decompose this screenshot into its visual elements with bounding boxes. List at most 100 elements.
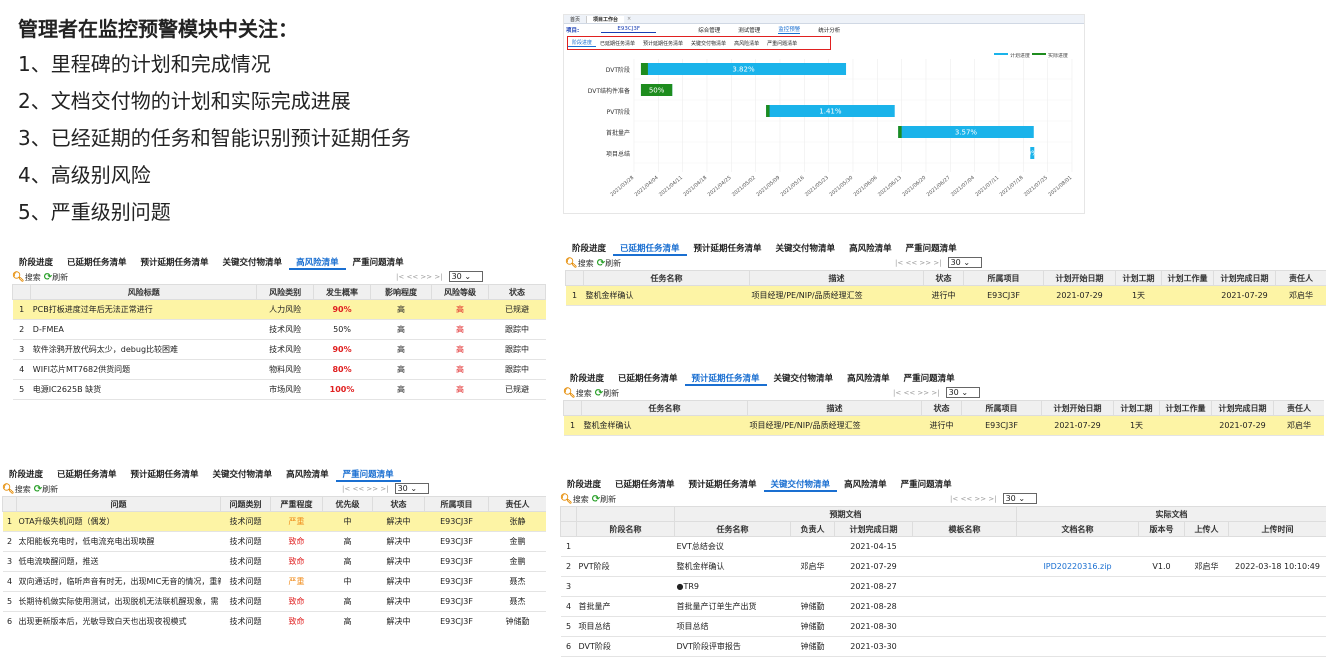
subtab[interactable]: 已延期任务清单 — [596, 40, 639, 47]
search-icon[interactable]: 🔍︎ — [565, 258, 578, 269]
refresh-button[interactable]: 刷新 — [603, 388, 619, 399]
nav-item[interactable]: 测试管理 — [738, 26, 760, 34]
tab-issue[interactable]: 严重问题清单 — [335, 468, 401, 482]
nav-item[interactable]: 统计分析 — [818, 26, 840, 34]
pager-nav[interactable]: |< << >> >| — [396, 273, 443, 281]
table-row[interactable]: 3 低电流唤醒问题，推送 技术问题 致命高解决中 E93CJ3F 金鹏 — [2, 551, 546, 572]
table-row[interactable]: 2 太阳能板充电时，低电流充电出现唤醒 技术问题 致命高解决中 E93CJ3F 金鹏 — [2, 531, 546, 552]
pager-nav[interactable]: |< << >> >| — [893, 389, 940, 397]
tab-expected[interactable]: 预计延期任务清单 — [684, 372, 767, 386]
search-icon[interactable]: 🔍︎ — [12, 272, 25, 283]
col-header: 计划工作量 — [1161, 270, 1214, 286]
tab-deliver[interactable]: 关键交付物清单 — [206, 468, 280, 482]
table-row[interactable]: 4 双向通话时，临听声音有时无，出现MIC无音的情况，重新 技术问题 严重中解决中 E9… — [2, 571, 546, 592]
refresh-button[interactable]: 刷新 — [42, 484, 58, 495]
project-select[interactable]: E93CJ3F — [601, 26, 657, 33]
tab-expected[interactable]: 预计延期任务清单 — [682, 478, 764, 492]
tab-stage[interactable]: 阶段进度 — [12, 256, 60, 270]
nav-item[interactable]: 综合管理 — [698, 26, 720, 34]
subtab[interactable]: 严重问题清单 — [763, 40, 801, 47]
close-icon[interactable]: × — [624, 16, 634, 22]
refresh-button[interactable]: 刷新 — [52, 272, 68, 283]
table-row[interactable]: 2 D-FMEA 技术风险 50% 高高跟踪中 — [12, 319, 546, 340]
refresh-button[interactable]: 刷新 — [600, 494, 616, 505]
table-row[interactable]: 1 PCB打板进度过年后无法正常进行 人力风险 90% 高高已规避 — [12, 299, 546, 320]
refresh-icon[interactable]: ⟳ — [592, 494, 600, 505]
subtab[interactable]: 关键交付物清单 — [687, 40, 730, 47]
table-row[interactable]: 7 DVT阶段评审钟储勤2021-03-30 — [560, 656, 1326, 662]
table-row[interactable]: 5 长期待机做实际使用测试，出现脱机无法联机醒现象，需 技术问题 致命高解决中 E93C… — [2, 591, 546, 612]
refresh-button[interactable]: 刷新 — [605, 258, 621, 269]
table-cell: 出现更新版本后，光敏导致白天也出现夜视模式 — [16, 611, 221, 628]
refresh-icon[interactable]: ⟳ — [595, 388, 603, 399]
tab-stage[interactable]: 阶段进度 — [565, 242, 613, 256]
tab-expected[interactable]: 预计延期任务清单 — [687, 242, 769, 256]
tab-home[interactable]: 首页 — [564, 15, 588, 23]
tab-expected[interactable]: 预计延期任务清单 — [134, 256, 216, 270]
page-size-select[interactable]: 30 ⌄ — [945, 387, 980, 398]
table-row[interactable]: 3 ●TR9 2021-08-27 — [560, 576, 1326, 597]
tab-stage[interactable]: 阶段进度 — [560, 478, 608, 492]
nav-item-active[interactable]: 监控预警 — [778, 25, 801, 34]
tab-risk[interactable]: 高风险清单 — [279, 468, 336, 482]
tab-delayed[interactable]: 已延期任务清单 — [611, 372, 685, 386]
col-header: 风险等级 — [431, 284, 489, 300]
table-cell: 太阳能板充电时，低电流充电出现唤醒 — [16, 531, 221, 552]
tab-risk[interactable]: 高风险清单 — [289, 256, 346, 270]
tab-stage[interactable]: 阶段进度 — [563, 372, 611, 386]
page-size-select[interactable]: 30 ⌄ — [394, 483, 429, 494]
tab-deliver[interactable]: 关键交付物清单 — [763, 478, 838, 492]
tab-deliver[interactable]: 关键交付物清单 — [769, 242, 843, 256]
tab-delayed[interactable]: 已延期任务清单 — [60, 256, 134, 270]
table-cell — [1138, 536, 1185, 557]
tab-delayed[interactable]: 已延期任务清单 — [50, 468, 124, 482]
subtab[interactable]: 预计延期任务清单 — [639, 40, 687, 47]
tab-delayed[interactable]: 已延期任务清单 — [613, 242, 687, 256]
page-size-select[interactable]: 30 ⌄ — [947, 257, 982, 268]
tab-issue[interactable]: 严重问题清单 — [346, 256, 411, 270]
tab-deliver[interactable]: 关键交付物清单 — [767, 372, 841, 386]
refresh-icon[interactable]: ⟳ — [34, 484, 42, 495]
search-icon[interactable]: 🔍︎ — [2, 484, 15, 495]
table-row[interactable]: 6 出现更新版本后，光敏导致白天也出现夜视模式 技术问题 致命高解决中 E93CJ3F 钟… — [2, 611, 546, 628]
search-button[interactable]: 搜索 — [576, 388, 592, 399]
subtab[interactable]: 阶段进度 — [568, 39, 597, 47]
search-button[interactable]: 搜索 — [15, 484, 31, 495]
page-size-select[interactable]: 30 ⌄ — [1002, 493, 1037, 504]
table-row[interactable]: 1 EVT总结会议 2021-04-15 — [560, 536, 1326, 557]
search-icon[interactable]: 🔍︎ — [560, 494, 573, 505]
tab-risk[interactable]: 高风险清单 — [837, 478, 894, 492]
search-button[interactable]: 搜索 — [573, 494, 589, 505]
tab-issue[interactable]: 严重问题清单 — [899, 242, 964, 256]
tab-risk[interactable]: 高风险清单 — [842, 242, 899, 256]
tab-risk[interactable]: 高风险清单 — [840, 372, 897, 386]
search-button[interactable]: 搜索 — [25, 272, 41, 283]
table-row[interactable]: 2 PVT阶段 整机金样确认 邓启华 2021-07-29 IPD20220316.zip… — [560, 556, 1326, 577]
refresh-icon[interactable]: ⟳ — [597, 258, 605, 269]
pager-nav[interactable]: |< << >> >| — [895, 259, 942, 267]
table-row[interactable]: 5 项目总结 项目总结 钟储勤 2021-08-30 — [560, 616, 1326, 637]
pager-nav[interactable]: |< << >> >| — [342, 485, 389, 493]
page-size-select[interactable]: 30 ⌄ — [448, 271, 483, 282]
table-row[interactable]: 4 WIFI芯片MT7682供货问题 物料风险 80% 高高跟踪中 — [12, 359, 546, 380]
tab-workbench[interactable]: 项目工作台 — [587, 15, 625, 23]
pager-nav[interactable]: |< << >> >| — [950, 495, 997, 503]
search-icon[interactable]: 🔍︎ — [563, 388, 576, 399]
tab-deliver[interactable]: 关键交付物清单 — [216, 256, 290, 270]
refresh-icon[interactable]: ⟳ — [44, 272, 52, 283]
table-row[interactable]: 4 首批量产 首批量产订单生产出货 钟储勤 2021-08-28 — [560, 596, 1326, 617]
table-row[interactable]: 1 整机金样确认 项目经理/PE/NIP/品质经理汇签 进行中 E93CJ3F 2021-… — [563, 415, 1324, 436]
table-row[interactable]: 5 电源IC2625B 缺货 市场风险 100% 高高已规避 — [12, 379, 546, 400]
table-row[interactable]: 1 OTA升级失机问题（偶发） 技术问题 严重中解决中 E93CJ3F 张静 — [2, 511, 546, 532]
table-row[interactable]: 3 软件涂鸦开放代码太少，debug比较困难 技术风险 90% 高高跟踪中 — [12, 339, 546, 360]
subtab[interactable]: 高风险清单 — [730, 40, 763, 47]
col-header: 计划工作量 — [1159, 400, 1212, 416]
table-row[interactable]: 1 整机金样确认 项目经理/PE/NIP/品质经理汇签 进行中 E93CJ3F 2021-… — [565, 285, 1326, 306]
tab-delayed[interactable]: 已延期任务清单 — [608, 478, 682, 492]
tab-expected[interactable]: 预计延期任务清单 — [124, 468, 206, 482]
table-row[interactable]: 6 DVT阶段 DVT阶段评审报告 钟储勤 2021-03-30 — [560, 636, 1326, 657]
search-button[interactable]: 搜索 — [578, 258, 594, 269]
tab-stage[interactable]: 阶段进度 — [2, 468, 50, 482]
tab-issue[interactable]: 严重问题清单 — [897, 372, 962, 386]
tab-issue[interactable]: 严重问题清单 — [894, 478, 959, 492]
